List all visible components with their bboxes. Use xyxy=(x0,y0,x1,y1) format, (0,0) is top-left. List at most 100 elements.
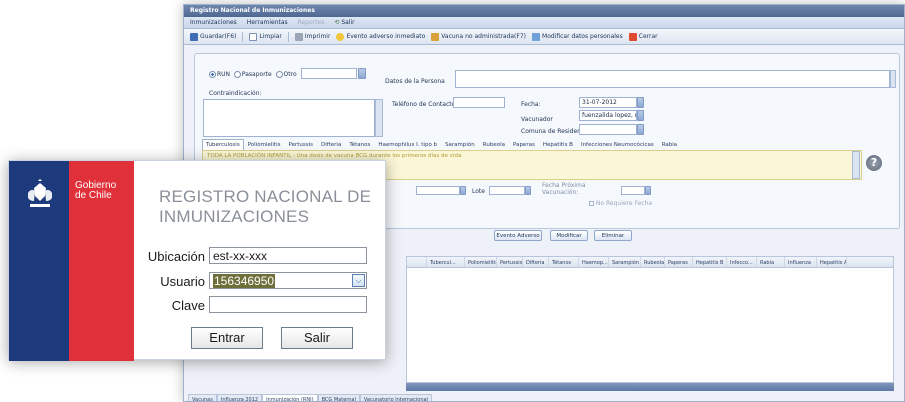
phone-input[interactable] xyxy=(453,97,505,108)
grid-column-header[interactable]: Poliomielitis xyxy=(465,257,497,267)
tab-vaccine[interactable]: Infecciones Neumocócicas xyxy=(577,139,658,150)
user-label: Usuario xyxy=(160,274,205,289)
tab-vaccine[interactable]: Haemophilus I. tipo b xyxy=(374,139,441,150)
location-input[interactable]: est-xx-xxx xyxy=(209,247,367,264)
tab-vaccine[interactable]: Paperas xyxy=(509,139,539,150)
grid-column-header[interactable]: Haemop... xyxy=(579,257,609,267)
bottom-tab[interactable]: Vacunatorio Internacional xyxy=(359,394,432,401)
window-title: Registro Nacional de Inmunizaciones xyxy=(184,5,904,17)
person-data-scrollbar[interactable] xyxy=(890,70,896,88)
bottom-tab[interactable]: BCG Maternal xyxy=(317,394,360,401)
government-logo-text: Gobierno de Chile xyxy=(75,180,117,201)
toolbar-separator xyxy=(242,31,244,42)
contraindication-textarea[interactable] xyxy=(203,99,375,137)
tab-vaccine[interactable]: Difteria xyxy=(317,139,345,150)
grid-column-header[interactable]: Sarampión xyxy=(609,257,641,267)
lot-select[interactable] xyxy=(489,186,525,195)
info-scrollbar[interactable] xyxy=(852,151,860,179)
coat-of-arms-icon xyxy=(28,179,52,207)
vaccine-not-given-button[interactable]: Vacuna no administrada(F7) xyxy=(431,32,526,41)
user-select[interactable]: 156346950 ⌵ xyxy=(209,272,367,289)
contraindication-scrollbar[interactable] xyxy=(375,99,383,137)
enter-button[interactable]: Entrar xyxy=(191,327,263,349)
vaccinator-dropdown-button[interactable] xyxy=(637,110,644,121)
date-picker-button[interactable] xyxy=(637,97,644,108)
tab-vaccine[interactable]: Pertussis xyxy=(284,139,317,150)
vaccination-grid xyxy=(406,268,894,383)
radio-otro[interactable]: Otro xyxy=(275,71,297,78)
date-label: Fecha: xyxy=(521,101,541,108)
radio-pasaporte[interactable]: Pasaporte xyxy=(233,71,272,78)
bottom-tab[interactable]: Vacunas xyxy=(188,394,217,401)
printer-icon xyxy=(294,32,303,41)
tab-vaccine[interactable]: Rubeola xyxy=(479,139,509,150)
tab-vaccine[interactable]: Tétanos xyxy=(345,139,374,150)
exit-button[interactable]: Salir xyxy=(281,327,353,349)
next-date-dropdown-button[interactable] xyxy=(645,186,651,195)
location-label: Ubicación xyxy=(147,249,205,264)
close-icon xyxy=(628,32,637,41)
document-number-input[interactable] xyxy=(301,68,357,79)
modify-button[interactable]: Modificar xyxy=(550,230,588,241)
bottom-tabs: Vacunas Influenza 2012 Inmunización (RNI) B… xyxy=(188,394,432,401)
menu-herramientas[interactable]: Herramientas xyxy=(247,19,288,26)
user-selected-value: 156346950 xyxy=(213,274,276,288)
document-dropdown-button[interactable] xyxy=(358,68,366,79)
vaccination-label: Vacunación: xyxy=(542,189,579,196)
lot-dropdown-button[interactable] xyxy=(525,186,531,195)
bottom-tab[interactable]: Influenza 2012 xyxy=(216,394,263,401)
vaccination-grid-header: Tubercul... Poliomielitis Pertussis Difteri… xyxy=(406,256,894,268)
grid-column-header[interactable]: Difteria xyxy=(523,257,549,267)
grid-column-header[interactable]: Tétanos xyxy=(549,257,579,267)
grid-column-header[interactable]: Pertussis xyxy=(497,257,523,267)
print-button[interactable]: Imprimir xyxy=(294,32,330,41)
vaccine-info-text: TODA LA POBLACIÓN INFANTIL : Una dosis d… xyxy=(207,153,462,159)
dose-select[interactable] xyxy=(416,186,460,195)
chevron-down-icon[interactable]: ⌵ xyxy=(352,274,365,287)
grid-column-header[interactable]: Influenza xyxy=(785,257,817,267)
exit-icon: ⟲ xyxy=(334,19,340,26)
radio-run[interactable]: RUN xyxy=(209,71,230,78)
no-date-required-checkbox[interactable]: No Requiere Fecha xyxy=(589,200,652,207)
dose-dropdown-button[interactable] xyxy=(460,186,466,195)
toolbar-separator xyxy=(287,31,289,42)
tab-vaccine[interactable]: Rabia xyxy=(658,139,681,150)
next-date-input[interactable] xyxy=(621,186,645,195)
date-input[interactable]: 31-07-2012 xyxy=(579,97,637,108)
tab-vaccine[interactable]: Sarampión xyxy=(441,139,479,150)
bottom-tab[interactable]: Inmunización (RNI) xyxy=(262,394,318,401)
password-input[interactable] xyxy=(209,296,367,313)
checkbox-icon xyxy=(589,201,594,206)
grid-column-header[interactable]: Infecco... xyxy=(727,257,757,267)
tab-vaccine[interactable]: Hepatitis B xyxy=(539,139,577,150)
help-icon[interactable]: ? xyxy=(866,155,882,171)
grid-column-header[interactable]: Hepatitis B xyxy=(693,257,727,267)
tab-vaccine[interactable]: Tuberculosis xyxy=(202,139,244,150)
grid-row-header xyxy=(407,257,427,267)
menu-inmunizaciones[interactable]: Inmunizaciones xyxy=(190,19,237,26)
radio-unchecked-icon xyxy=(233,71,241,78)
tab-vaccine[interactable]: Poliomielitis xyxy=(244,139,285,150)
delete-button[interactable]: Eliminar xyxy=(594,230,632,241)
close-button[interactable]: Cerrar xyxy=(628,32,658,41)
grid-column-header[interactable]: Hepatitis A xyxy=(817,257,847,267)
vaccine-tabs: Tuberculosis Poliomielitis Pertussis Difter… xyxy=(202,139,681,150)
edit-personal-data-button[interactable]: Modificar datos personales xyxy=(532,32,623,41)
grid-column-header[interactable]: Tubercul... xyxy=(427,257,465,267)
save-button[interactable]: Guardar(F6) xyxy=(190,32,236,41)
menu-bar: Inmunizaciones Herramientas Reportes ⟲ S… xyxy=(184,17,904,29)
menu-salir[interactable]: ⟲ Salir xyxy=(334,19,354,26)
commune-dropdown-button[interactable] xyxy=(637,124,644,135)
vaccinator-select[interactable]: fuenzalida lopez, m... xyxy=(579,110,637,121)
adverse-event-action-button[interactable]: Evento Adverso xyxy=(494,230,542,241)
grid-column-header[interactable]: Rabia xyxy=(757,257,785,267)
toolbar: Guardar(F6) Limpiar Imprimir Evento adve… xyxy=(184,29,904,45)
adverse-event-button[interactable]: Evento adverso inmediato xyxy=(336,32,425,41)
grid-column-header[interactable]: Rubeola xyxy=(641,257,665,267)
commune-select[interactable] xyxy=(579,124,637,135)
login-dialog: Gobierno de Chile REGISTRO NACIONAL DE I… xyxy=(8,160,386,361)
clear-button[interactable]: Limpiar xyxy=(249,32,282,41)
grid-column-header[interactable]: Paperas xyxy=(665,257,693,267)
radio-unchecked-icon xyxy=(275,71,283,78)
floppy-icon xyxy=(190,32,198,41)
